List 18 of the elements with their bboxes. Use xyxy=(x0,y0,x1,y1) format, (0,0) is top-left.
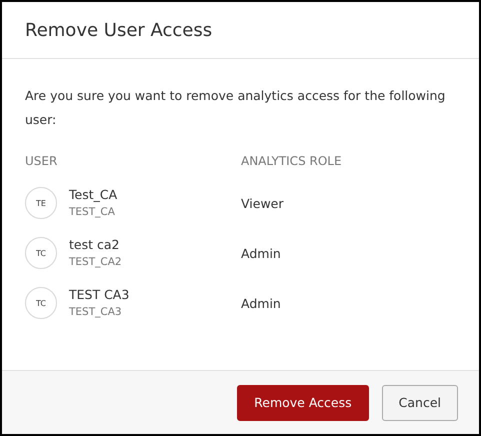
user-id: TEST_CA xyxy=(69,205,116,220)
avatar-initials: TC xyxy=(25,287,57,319)
column-header: ANALYTICS ROLE xyxy=(241,154,343,168)
dialog-title: Remove User Access xyxy=(25,20,212,40)
column-header: USER xyxy=(25,154,58,168)
role-text: Viewer xyxy=(241,196,284,210)
avatar-initials: TE xyxy=(25,187,57,219)
user-name: Test_CA xyxy=(69,186,118,204)
role-text: Admin xyxy=(241,296,282,310)
remove-access-button[interactable]: Remove Access xyxy=(237,384,369,420)
user-name: test ca2 xyxy=(69,236,120,254)
confirmation-message: Are you sure you want to remove analytics access for the following user: xyxy=(25,87,446,129)
cancel-button[interactable]: Cancel xyxy=(382,384,458,420)
user-name: TEST CA3 xyxy=(69,286,130,304)
user-id: TEST_CA3 xyxy=(69,305,123,320)
user-id: TEST_CA2 xyxy=(69,255,122,270)
avatar-initials: TC xyxy=(25,237,57,269)
role-text: Admin xyxy=(241,246,282,260)
